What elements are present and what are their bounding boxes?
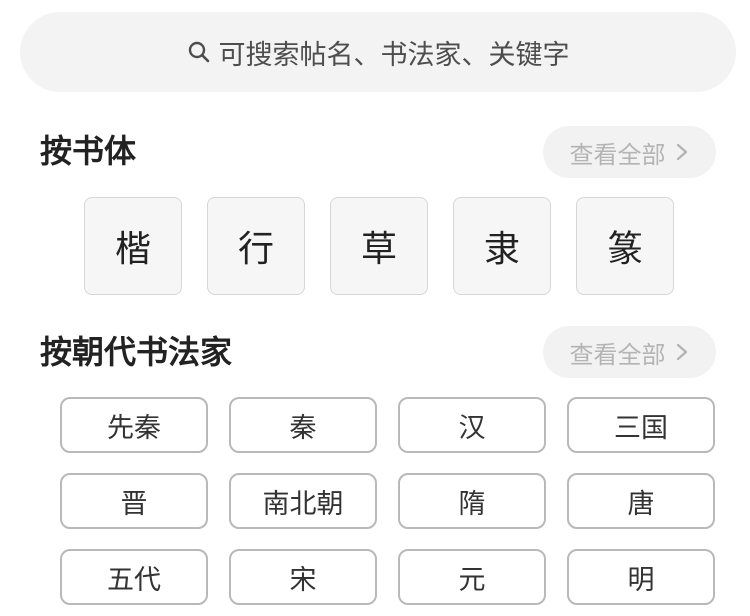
dynasty-button-nanbeichao[interactable]: 南北朝 <box>229 473 377 529</box>
dynasty-button-han[interactable]: 汉 <box>398 397 546 453</box>
script-tile-kai[interactable]: 楷 <box>84 197 182 295</box>
search-icon <box>188 41 209 63</box>
view-all-label: 查看全部 <box>569 140 666 169</box>
dynasty-button-tang[interactable]: 唐 <box>567 473 715 529</box>
dynasty-button-sanguo[interactable]: 三国 <box>567 397 715 453</box>
view-all-dynasty-button[interactable]: 查看全部 <box>543 326 716 378</box>
script-tile-zhuan[interactable]: 篆 <box>576 197 674 295</box>
section-title-by-script: 按书体 <box>40 132 137 170</box>
calligraphy-category-page: 可搜索帖名、书法家、关键字 按书体 查看全部 楷 行 草 隶 篆 按朝代书法家 … <box>0 0 750 616</box>
search-bar[interactable]: 可搜索帖名、书法家、关键字 <box>20 12 736 92</box>
dynasty-button-yuan[interactable]: 元 <box>398 549 546 605</box>
view-all-label: 查看全部 <box>569 340 666 369</box>
dynasty-button-xianqin[interactable]: 先秦 <box>60 397 208 453</box>
dynasty-button-qin[interactable]: 秦 <box>229 397 377 453</box>
search-placeholder: 可搜索帖名、书法家、关键字 <box>218 39 570 71</box>
script-tile-li[interactable]: 隶 <box>453 197 551 295</box>
dynasty-button-sui[interactable]: 隋 <box>398 473 546 529</box>
dynasty-button-wudai[interactable]: 五代 <box>60 549 208 605</box>
script-tile-xing[interactable]: 行 <box>207 197 305 295</box>
view-all-script-button[interactable]: 查看全部 <box>543 126 716 178</box>
script-tile-cao[interactable]: 草 <box>330 197 428 295</box>
section-title-by-dynasty: 按朝代书法家 <box>40 333 233 371</box>
chevron-right-icon <box>676 143 687 161</box>
chevron-right-icon <box>676 343 687 361</box>
dynasty-button-song[interactable]: 宋 <box>229 549 377 605</box>
script-style-list: 楷 行 草 隶 篆 <box>84 197 674 295</box>
dynasty-button-ming[interactable]: 明 <box>567 549 715 605</box>
dynasty-button-jin[interactable]: 晋 <box>60 473 208 529</box>
dynasty-list: 先秦 秦 汉 三国 晋 南北朝 隋 唐 五代 宋 元 明 <box>60 397 715 605</box>
